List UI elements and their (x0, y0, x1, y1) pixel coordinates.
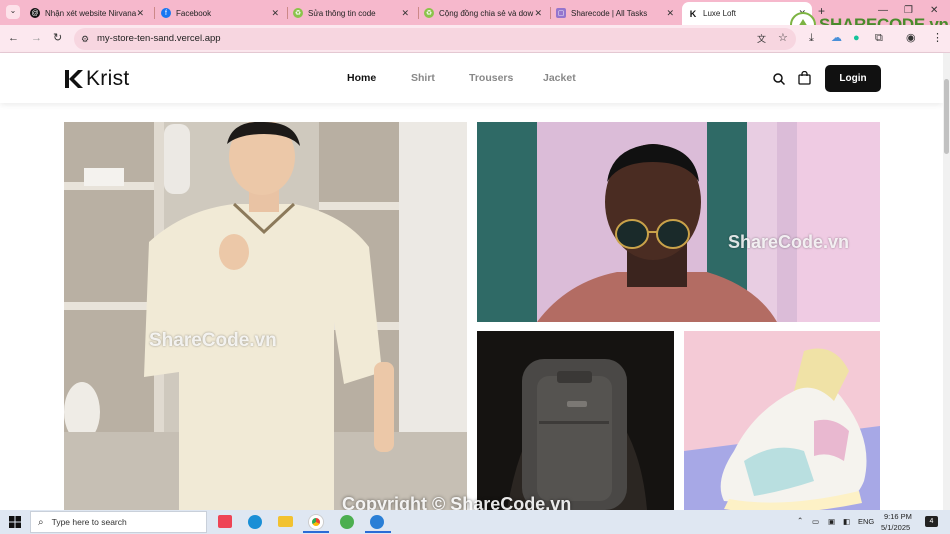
profile-avatar-icon[interactable]: ◉ (906, 32, 916, 44)
webpage: Krist Home Shirt Trousers Jacket Login S… (0, 53, 943, 514)
tray-chevron-icon[interactable]: ⌃ (797, 516, 803, 525)
network-icon[interactable]: ▣ (828, 517, 835, 526)
shopping-bag-icon[interactable] (798, 71, 811, 85)
site-info-icon[interactable]: ⚙ (81, 33, 89, 45)
task-view-icon[interactable] (218, 515, 232, 528)
nav-jacket[interactable]: Jacket (543, 72, 576, 84)
threads-icon: @ (30, 8, 40, 18)
clock-date[interactable]: 5/1/2025 (881, 523, 910, 532)
close-icon[interactable]: ✕ (136, 8, 144, 19)
back-icon[interactable]: ← (8, 32, 19, 44)
search-placeholder: Type here to search (51, 517, 127, 527)
taskbar-search-input[interactable]: ⌕ Type here to search (30, 511, 207, 533)
url-text: my-store-ten-sand.vercel.app (97, 33, 221, 44)
nav-trousers[interactable]: Trousers (469, 72, 513, 84)
app-messenger-icon[interactable] (370, 515, 384, 529)
extension-grammarly-icon[interactable]: ● (853, 32, 860, 44)
browser-toolbar: ← → ↻ ⚙ my-store-ten-sand.vercel.app 文 ☆… (0, 25, 950, 53)
close-icon[interactable]: ✕ (534, 8, 542, 19)
tab-all-tasks[interactable]: ▢ Sharecode | All Tasks ✕ (550, 3, 680, 23)
brand-name: Krist (86, 67, 130, 90)
tab-nirvana[interactable]: @ Nhận xét website Nirvana ✕ (24, 3, 150, 23)
tab-title: Nhận xét website Nirvana (45, 8, 137, 18)
volume-icon[interactable]: ◧ (843, 517, 850, 526)
language-indicator[interactable]: ENG (858, 517, 874, 526)
chrome-icon[interactable] (309, 515, 323, 529)
extension-cloud-icon[interactable]: ☁ (831, 32, 842, 44)
menu-kebab-icon[interactable]: ⋮ (932, 32, 943, 44)
page-scrollbar[interactable] (943, 53, 950, 510)
watermark-text: ShareCode.vn (728, 232, 850, 252)
edge-browser-icon[interactable] (248, 515, 262, 529)
extensions-puzzle-icon[interactable]: ⧉ (875, 32, 883, 44)
search-icon: ⌕ (38, 516, 44, 528)
scrollbar-thumb[interactable] (944, 79, 949, 154)
translate-icon[interactable]: 文 (757, 33, 766, 45)
nav-shirt[interactable]: Shirt (411, 72, 435, 84)
tab-facebook[interactable]: f Facebook ✕ (155, 3, 285, 23)
sharecode-icon: ♻ (424, 8, 434, 18)
polo-model-illustration (64, 122, 467, 510)
tab-title: Sharecode | All Tasks (571, 8, 648, 18)
forward-icon[interactable]: → (31, 32, 42, 44)
notification-center-icon[interactable]: 4 (925, 516, 938, 527)
active-app-indicator (365, 531, 391, 533)
minimize-icon[interactable]: — (878, 5, 888, 16)
tab-title: Cộng đồng chia sẻ và dow (439, 8, 534, 18)
tab-search-chevron-icon[interactable]: ⌄ (6, 5, 20, 19)
tab-sua-thong-tin[interactable]: ♻ Sửa thông tin code ✕ (287, 3, 415, 23)
browser-tab-strip: ⌄ @ Nhận xét website Nirvana ✕ f Faceboo… (0, 0, 950, 38)
site-header: Krist Home Shirt Trousers Jacket Login (0, 53, 943, 103)
tab-title: Sửa thông tin code (308, 8, 376, 18)
watermark-text: ShareCode.vn (149, 330, 277, 351)
active-app-indicator (303, 531, 329, 533)
tab-title: Luxe Loft (703, 9, 736, 18)
battery-icon[interactable]: ▭ (812, 517, 819, 526)
windows-start-icon[interactable] (9, 516, 21, 528)
clock-time[interactable]: 9:16 PM (884, 512, 912, 521)
backpack-illustration (477, 331, 674, 510)
image-sneakers[interactable] (684, 331, 880, 510)
sneakers-illustration (684, 331, 880, 510)
tasks-icon: ▢ (556, 8, 566, 18)
tab-cong-dong[interactable]: ♻ Cộng đồng chia sẻ và dow ✕ (418, 3, 548, 23)
close-icon[interactable]: ✕ (401, 8, 409, 19)
search-icon[interactable] (773, 73, 785, 85)
extension-download-icon[interactable]: ⤓ (809, 32, 814, 44)
nav-home[interactable]: Home (347, 72, 376, 84)
image-backpack[interactable] (477, 331, 674, 510)
maximize-icon[interactable]: ❐ (904, 5, 913, 16)
tab-title: Facebook (176, 8, 212, 18)
krist-icon: K (688, 8, 698, 19)
address-bar[interactable]: ⚙ my-store-ten-sand.vercel.app 文 ☆ (74, 28, 796, 50)
hero-image-polo[interactable]: ShareCode.vn (64, 122, 467, 510)
login-button[interactable]: Login (825, 65, 881, 92)
image-sunglasses-man[interactable]: ShareCode.vn (477, 122, 880, 322)
bookmark-star-icon[interactable]: ☆ (778, 32, 788, 44)
close-icon[interactable]: ✕ (666, 8, 674, 19)
app-green-icon[interactable] (340, 515, 354, 529)
close-window-icon[interactable]: ✕ (930, 5, 938, 16)
file-explorer-icon[interactable] (278, 516, 293, 527)
sunglasses-model-illustration (477, 122, 880, 322)
sharecode-icon: ♻ (293, 8, 303, 18)
close-icon[interactable]: ✕ (271, 8, 279, 19)
windows-taskbar: ⌕ Type here to search ⌃ ▭ ▣ ◧ ENG 9:16 P… (0, 510, 950, 534)
krist-logo-icon (65, 70, 83, 88)
brand-logo[interactable]: Krist (63, 67, 130, 91)
facebook-icon: f (161, 8, 171, 18)
reload-icon[interactable]: ↻ (53, 32, 62, 44)
